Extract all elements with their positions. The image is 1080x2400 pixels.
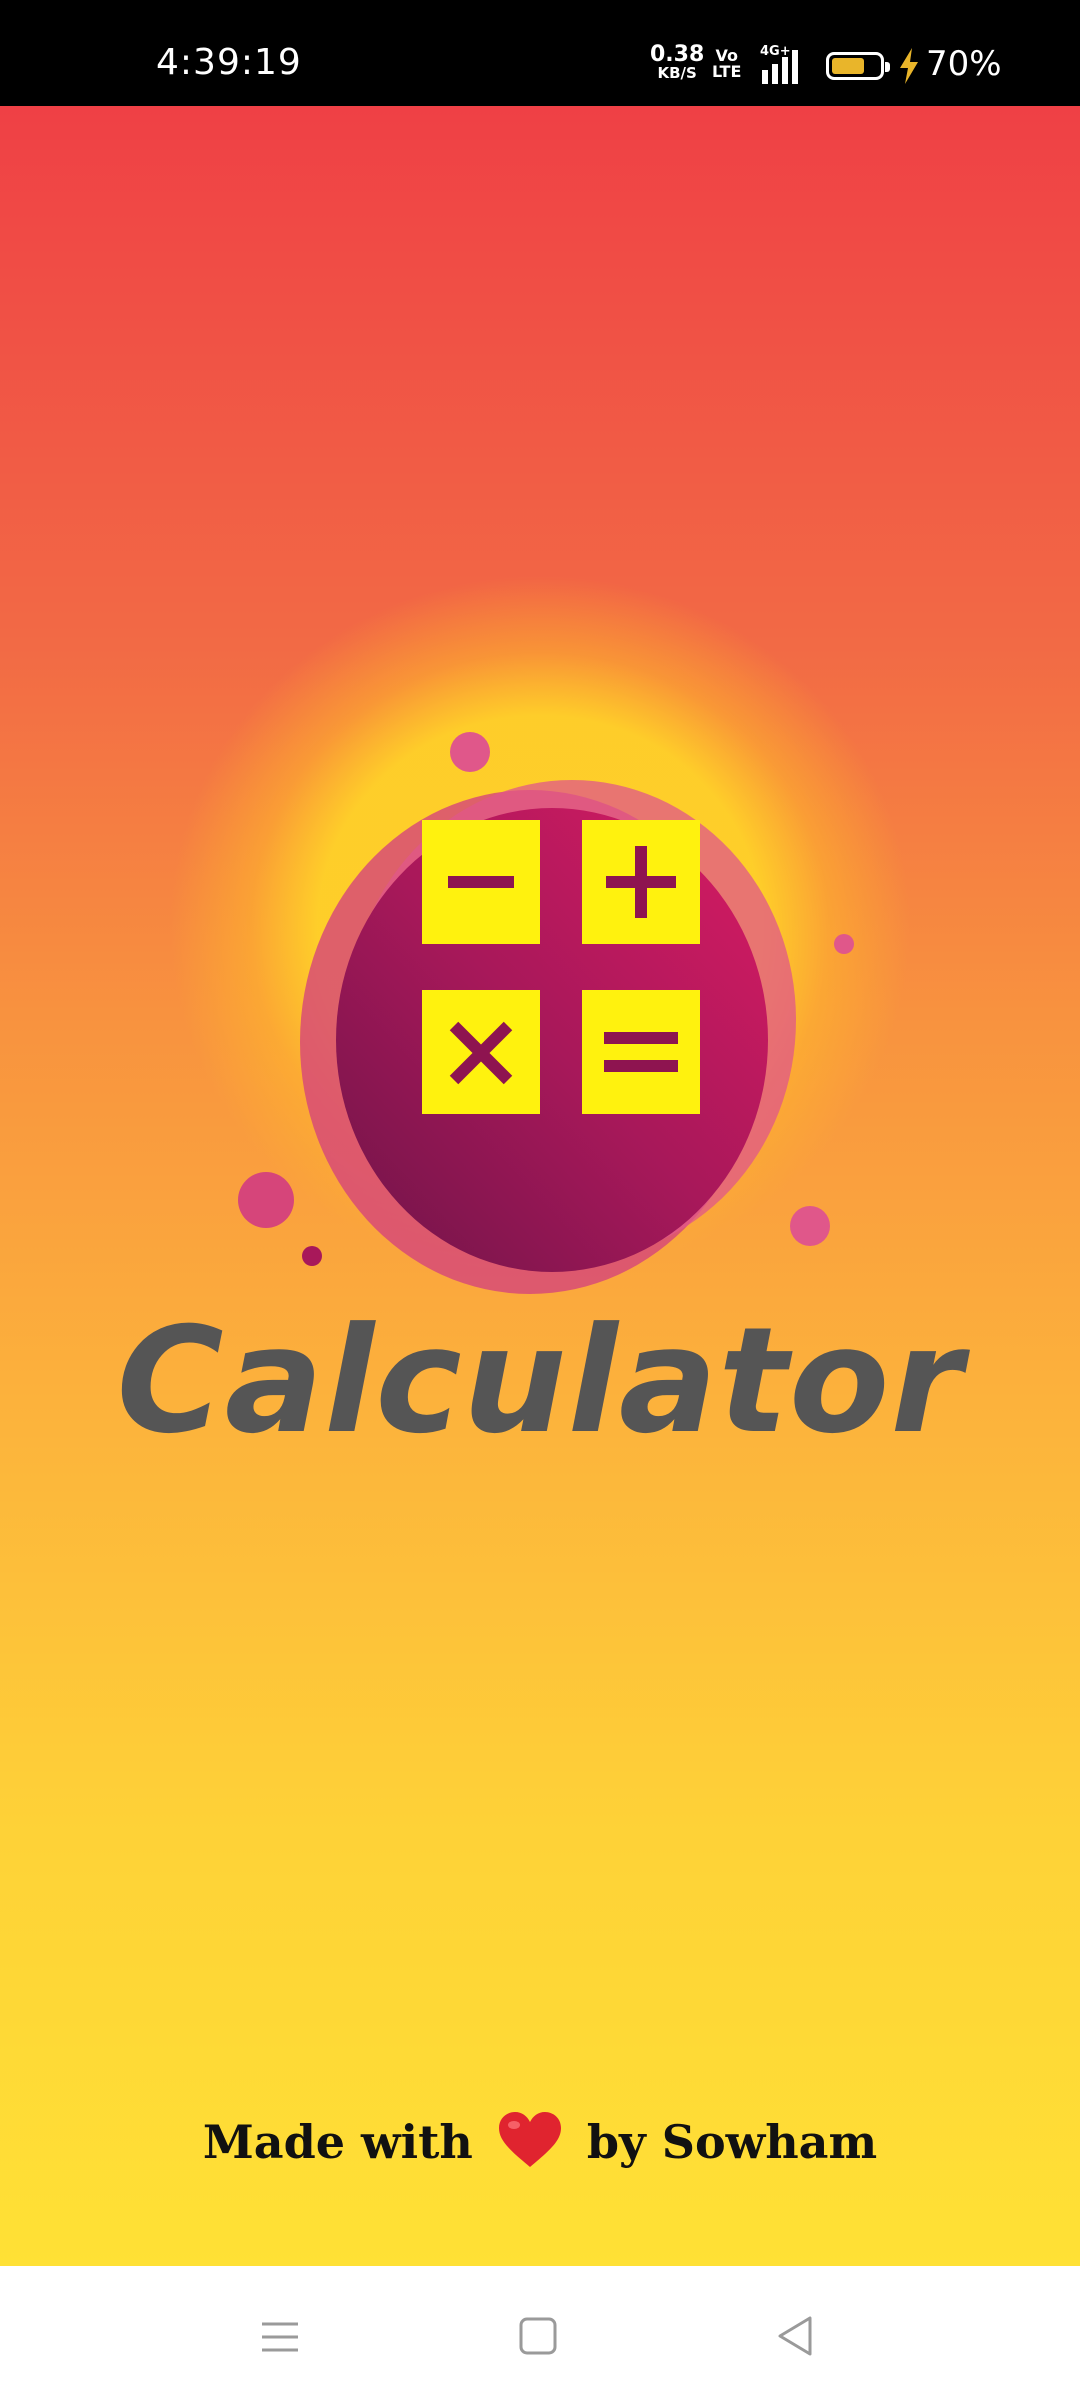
calculator-logo <box>238 732 854 1294</box>
credit-text: Made with by Sowham <box>0 2112 1080 2175</box>
battery-fill <box>832 58 865 74</box>
minus-key-icon <box>422 820 540 944</box>
logo-dot <box>238 1172 294 1228</box>
signal-icon: 4G+ <box>752 44 812 84</box>
signal-bar <box>762 70 768 84</box>
menu-icon[interactable] <box>250 2306 310 2366</box>
credit-suffix: by Sowham <box>586 2115 878 2169</box>
status-time: 4:39:19 <box>156 42 302 83</box>
signal-bar <box>772 64 778 84</box>
equals-key-icon <box>582 990 700 1114</box>
splash-background: Calculator Made with by Sowham <box>0 106 1080 2266</box>
app-title: Calculator <box>116 1296 964 1466</box>
battery-cap <box>885 62 890 72</box>
multiply-key-icon <box>422 990 540 1114</box>
splash-screen: 4:39:19 0.38 KB/S Vo LTE 4G+ 70% Calcula… <box>0 0 1080 2400</box>
credit-prefix: Made with <box>202 2115 473 2169</box>
network-speed: 0.38 KB/S <box>650 42 705 83</box>
signal-bar <box>782 57 788 84</box>
volte-bottom: LTE <box>712 62 742 81</box>
volte-icon: Vo LTE <box>712 48 741 80</box>
navigation-bar <box>0 2266 1080 2400</box>
charging-bolt-icon <box>900 48 918 84</box>
home-icon[interactable] <box>508 2306 568 2366</box>
status-bar: 4:39:19 0.38 KB/S Vo LTE 4G+ 70% <box>0 0 1080 106</box>
logo-dot <box>834 934 854 954</box>
back-icon[interactable] <box>766 2306 826 2366</box>
network-speed-unit: KB/S <box>657 64 697 82</box>
battery-icon <box>826 52 890 80</box>
logo-dot <box>450 732 490 772</box>
logo-blob-main <box>336 808 768 1272</box>
logo-dot <box>790 1206 830 1246</box>
logo-dot <box>302 1246 322 1266</box>
network-speed-value: 0.38 <box>650 42 705 67</box>
signal-bar <box>792 50 798 84</box>
plus-key-icon <box>582 820 700 944</box>
heart-icon <box>498 2112 561 2167</box>
battery-percent: 70% <box>926 44 1002 84</box>
